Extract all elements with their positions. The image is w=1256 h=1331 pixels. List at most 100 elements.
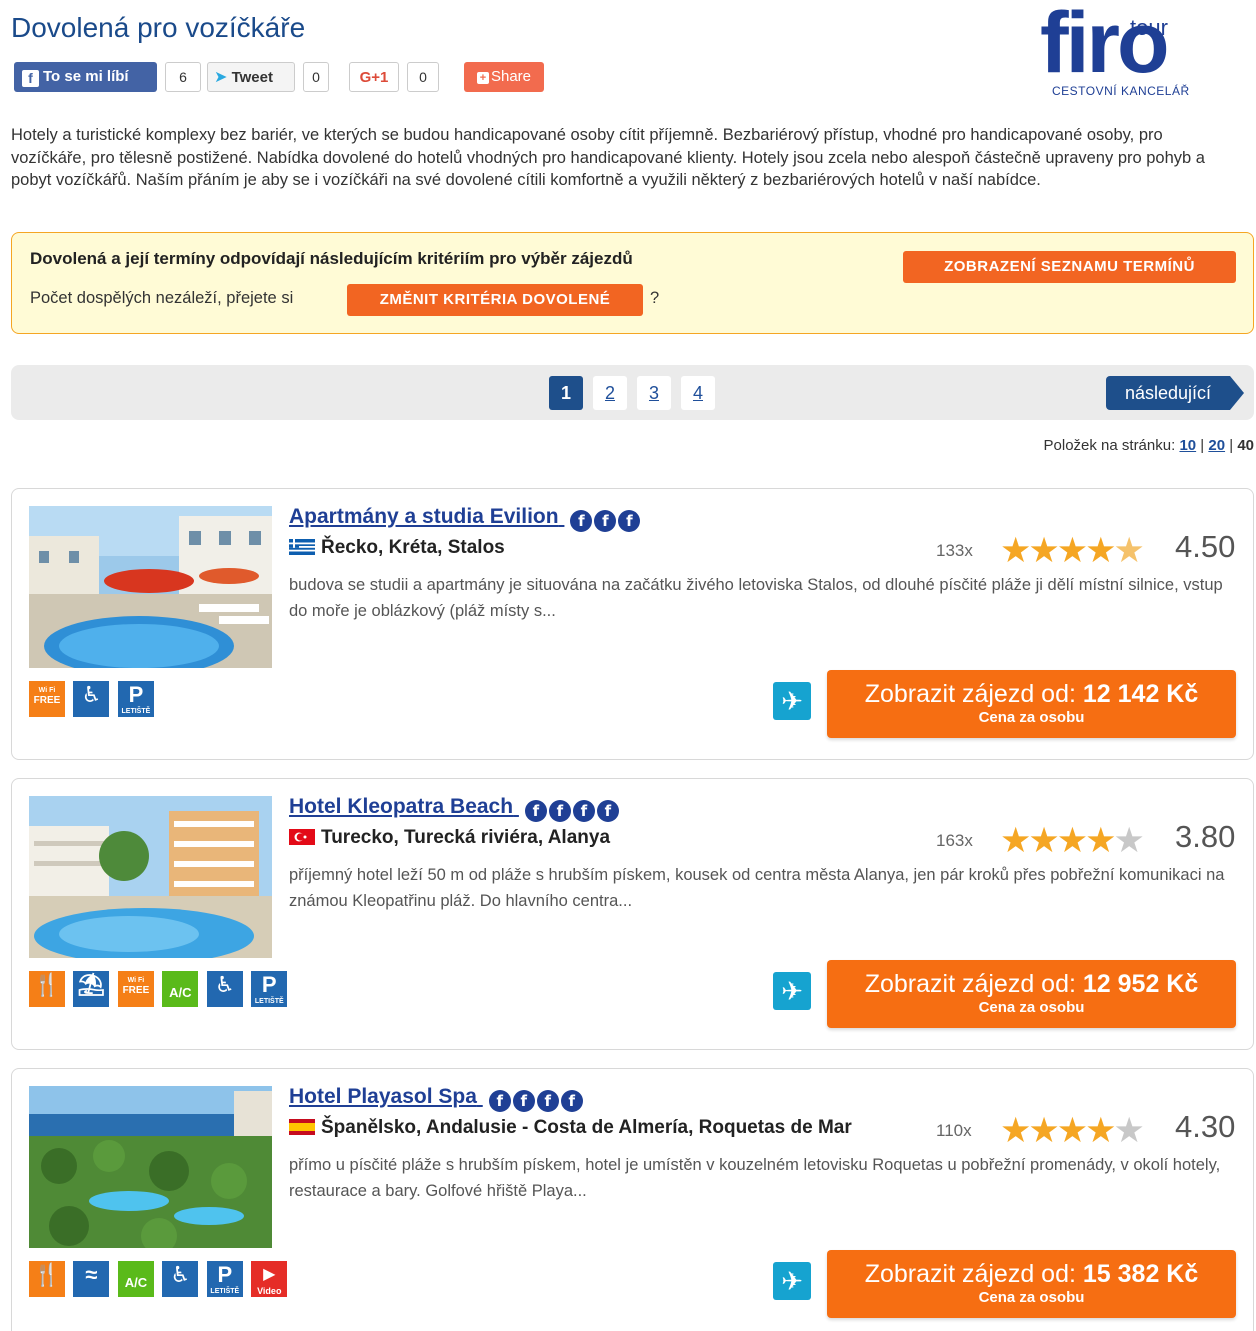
criteria-adults-text: Počet dospělých nezáleží, přejete si <box>30 289 294 307</box>
hotel-description: příjemný hotel leží 50 m od pláže s hrub… <box>289 866 1225 910</box>
google-plus-count: 0 <box>407 62 439 92</box>
flight-icon[interactable]: ✈ <box>773 1262 811 1300</box>
tweet-count: 0 <box>303 62 329 92</box>
amenities: 🍴 ⛱ Wi Fi FREE A/C ♿ P LETIŠTĚ <box>29 971 291 1007</box>
hotel-category-rating: ffff <box>524 798 621 822</box>
criteria-question-mark: ? <box>650 289 660 307</box>
per-page-20-link[interactable]: 20 <box>1208 437 1225 454</box>
rating-stars: ★★★★★ <box>1000 1111 1145 1150</box>
hotel-location: Turecko, Turecká riviéra, Alanya <box>289 827 610 849</box>
category-mark-icon: f <box>488 1090 511 1112</box>
twitter-bird-icon: ➤ <box>214 69 228 86</box>
show-tour-button[interactable]: Zobrazit zájezd od: 12 952 Kč Cena za os… <box>827 960 1236 1028</box>
restaurant-icon: 🍴 <box>29 1261 65 1297</box>
price-note: Cena za osobu <box>978 709 1085 726</box>
next-page-button[interactable]: následující <box>1106 376 1244 410</box>
facebook-like-button[interactable]: f To se mi líbí <box>14 62 157 92</box>
hotel-photo[interactable] <box>29 1086 272 1248</box>
amenities: Wi Fi FREE ♿ P LETIŠTĚ <box>29 681 158 717</box>
criteria-box: Dovolená a její termíny odpovídají násle… <box>11 232 1254 334</box>
parking-airport-icon: P LETIŠTĚ <box>206 1261 243 1297</box>
turkey-flag-icon <box>289 829 315 845</box>
swimming-icon: ≈ <box>73 1261 110 1297</box>
hotel-name-link[interactable]: Hotel Kleopatra Beach ffff <box>289 795 621 822</box>
facebook-icon: f <box>22 70 39 87</box>
logo-tour: tour <box>1130 15 1168 40</box>
per-page-10-link[interactable]: 10 <box>1179 437 1196 454</box>
wifi-free-icon: Wi Fi FREE <box>29 681 65 717</box>
rating-stars: ★★★★★ <box>1000 821 1145 860</box>
category-mark-icon: f <box>594 510 617 532</box>
category-mark-icon: f <box>560 1090 583 1112</box>
rating-stars: ★★★★★ <box>1000 531 1145 570</box>
criteria-heading: Dovolená a její termíny odpovídají násle… <box>30 249 633 268</box>
logo-subtitle: CESTOVNÍ KANCELÁŘ <box>1052 84 1190 98</box>
parking-airport-icon: P LETIŠTĚ <box>251 971 288 1007</box>
spain-flag-icon <box>289 1119 315 1135</box>
flight-icon[interactable]: ✈ <box>773 682 811 720</box>
change-criteria-button[interactable]: ZMĚNIT KRITÉRIA DOVOLENÉ <box>347 284 643 316</box>
greece-flag-icon <box>289 539 315 555</box>
hotel-name-link[interactable]: Hotel Playasol Spa ffff <box>289 1085 585 1112</box>
category-mark-icon: f <box>536 1090 559 1112</box>
show-dates-list-button[interactable]: ZOBRAZENÍ SEZNAMU TERMÍNŮ <box>903 251 1236 283</box>
hotel-card: Hotel Playasol Spa ffff Španělsko, Andal… <box>11 1068 1254 1331</box>
category-mark-icon: f <box>512 1090 535 1112</box>
page-4-link[interactable]: 4 <box>681 376 715 410</box>
hotel-category-rating: fff <box>570 508 642 532</box>
firo-tour-logo[interactable]: firo tour CESTOVNÍ KANCELÁŘ <box>1038 0 1238 102</box>
category-mark-icon: f <box>570 510 593 532</box>
restaurant-icon: 🍴 <box>29 971 65 1007</box>
hotel-location: Španělsko, Andalusie - Costa de Almería,… <box>289 1117 852 1139</box>
plus-icon: + <box>476 72 489 84</box>
hotel-card: Hotel Kleopatra Beach ffff Turecko, Ture… <box>11 778 1254 1050</box>
hotel-location: Řecko, Kréta, Stalos <box>289 537 505 559</box>
intro-text: Hotely a turistické komplexy bez bariér,… <box>11 126 1205 189</box>
tour-price: 12 142 Kč <box>1082 680 1199 708</box>
wheelchair-icon: ♿ <box>162 1261 199 1297</box>
show-tour-button[interactable]: Zobrazit zájezd od: 12 142 Kč Cena za os… <box>827 670 1236 738</box>
rating-score: 4.50 <box>1175 529 1236 564</box>
share-button[interactable]: + Share <box>464 62 544 92</box>
pagination-bar: 1 2 3 4 následující <box>11 365 1254 420</box>
hotel-photo[interactable] <box>29 506 272 668</box>
tour-price: 12 952 Kč <box>1082 970 1199 998</box>
hotel-description: budova se studii a apartmány je situován… <box>289 576 1223 620</box>
category-mark-icon: f <box>618 510 641 532</box>
flight-icon[interactable]: ✈ <box>773 972 811 1010</box>
air-conditioning-icon: A/C <box>117 1261 154 1297</box>
parking-airport-icon: P LETIŠTĚ <box>117 681 154 717</box>
page-title: Dovolená pro vozíčkáře <box>11 12 306 43</box>
air-conditioning-icon: A/C <box>162 971 199 1007</box>
items-per-page: Položek na stránku: 10 | 20 | 40 <box>1043 437 1254 454</box>
category-mark-icon: f <box>596 800 619 822</box>
amenities: 🍴 ≈ A/C ♿ P LETIŠTĚ ▶ Video <box>29 1261 291 1297</box>
per-page-40-current: 40 <box>1237 437 1254 454</box>
hotel-photo[interactable] <box>29 796 272 958</box>
review-count: 110x <box>936 1121 972 1140</box>
category-mark-icon: f <box>524 800 547 822</box>
wifi-free-icon: Wi Fi FREE <box>117 971 154 1007</box>
show-tour-button[interactable]: Zobrazit zájezd od: 15 382 Kč Cena za os… <box>827 1250 1236 1318</box>
logo-wordmark: firo <box>1040 0 1170 91</box>
google-plus-button[interactable]: G+1 <box>349 62 399 92</box>
hotel-card: Apartmány a studia Evilion fff Řecko, Kr… <box>11 488 1254 760</box>
wheelchair-icon: ♿ <box>73 681 110 717</box>
category-mark-icon: f <box>572 800 595 822</box>
facebook-like-count: 6 <box>165 62 201 92</box>
rating-score: 3.80 <box>1175 819 1236 854</box>
hotel-category-rating: ffff <box>488 1088 585 1112</box>
video-icon[interactable]: ▶ Video <box>251 1261 288 1297</box>
price-note: Cena za osobu <box>978 1289 1085 1306</box>
tour-price: 15 382 Kč <box>1082 1260 1199 1288</box>
hotel-name-link[interactable]: Apartmány a studia Evilion fff <box>289 505 642 532</box>
tweet-button[interactable]: ➤ Tweet <box>207 62 295 92</box>
price-note: Cena za osobu <box>978 999 1085 1016</box>
page-3-link[interactable]: 3 <box>637 376 671 410</box>
hotel-description: přímo u písčité pláže s hrubším pískem, … <box>289 1156 1221 1200</box>
review-count: 133x <box>936 541 973 560</box>
beach-icon: ⛱ <box>73 971 110 1007</box>
page-2-link[interactable]: 2 <box>593 376 627 410</box>
category-mark-icon: f <box>548 800 571 822</box>
page-1-button[interactable]: 1 <box>549 376 583 410</box>
